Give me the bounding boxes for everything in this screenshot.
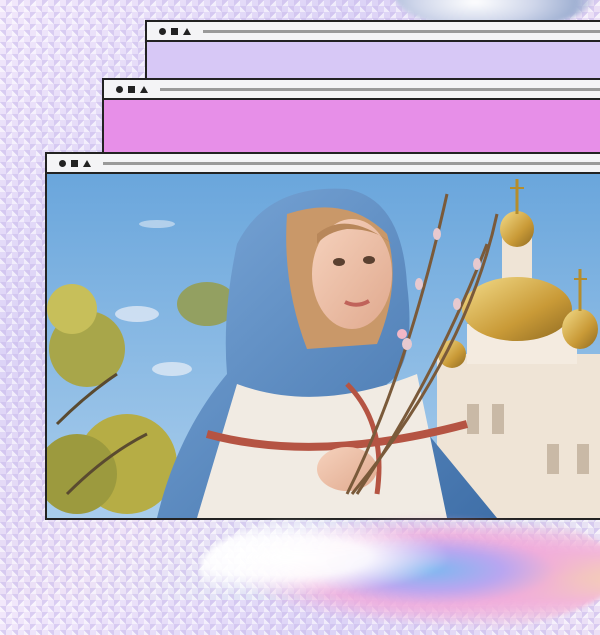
address-bar[interactable] [160,87,600,91]
window-controls [59,159,91,167]
tree-canopy [47,284,97,334]
window-controls [159,27,191,35]
hands [317,447,377,491]
circle-icon[interactable] [159,27,166,35]
illustration-woman-with-willow [47,174,600,518]
square-icon[interactable] [128,85,135,93]
address-bar[interactable] [103,161,600,165]
circle-icon[interactable] [116,85,123,93]
window-front-body [47,174,600,518]
triangle-icon[interactable] [83,159,91,167]
square-icon[interactable] [171,27,178,35]
cloud [115,306,159,322]
address-bar[interactable] [203,29,600,33]
window-controls [116,85,148,93]
triangle-icon[interactable] [183,27,191,35]
cloud [139,220,175,228]
holographic-blob-bottom [200,505,600,635]
window-back-titlebar[interactable] [147,22,600,42]
cloud [152,362,192,376]
triangle-icon[interactable] [140,85,148,93]
circle-icon[interactable] [59,159,66,167]
window-middle [102,78,600,156]
window-middle-titlebar[interactable] [104,80,600,100]
window-front-titlebar[interactable] [47,154,600,174]
window-middle-body [104,100,600,154]
window-back [145,20,600,82]
window-back-body [147,42,600,80]
square-icon[interactable] [71,159,78,167]
window-front [45,152,600,520]
